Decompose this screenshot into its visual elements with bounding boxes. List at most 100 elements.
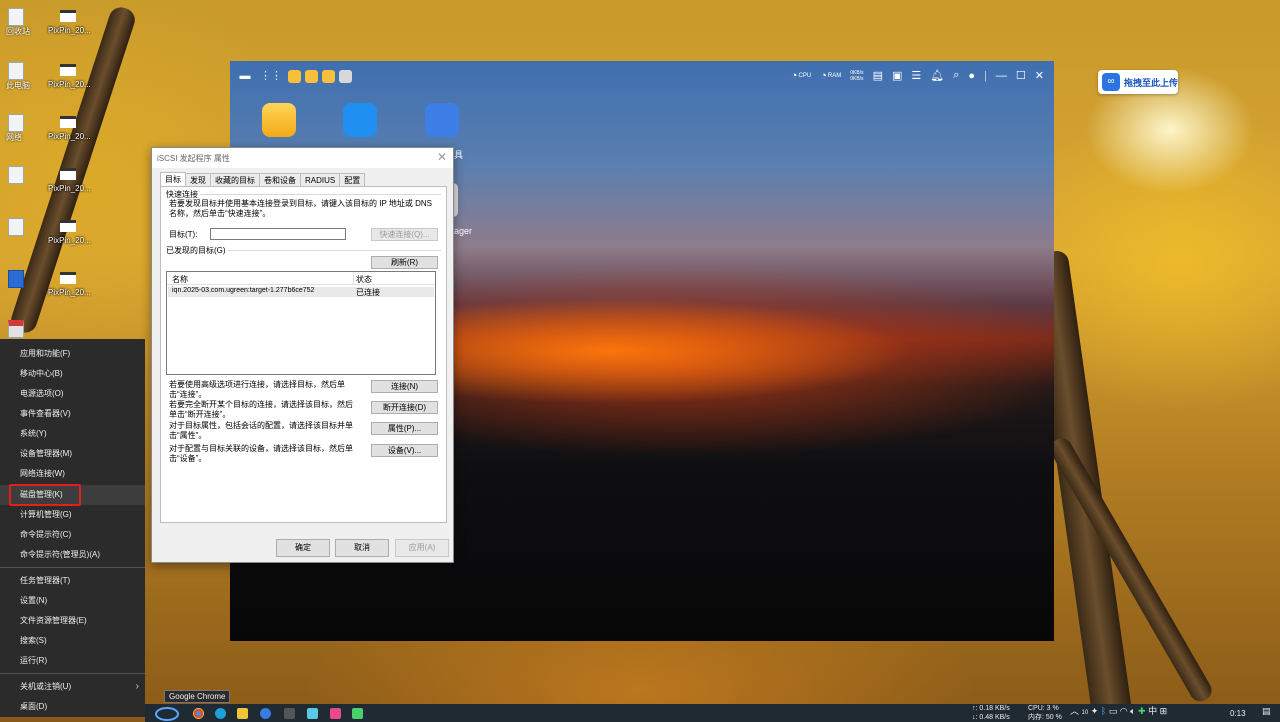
file-manager-app-icon[interactable]: [262, 103, 296, 137]
app-tray-icon[interactable]: ✚: [1138, 706, 1146, 716]
menu-item-event-viewer[interactable]: 事件查看器(V): [0, 404, 145, 424]
ok-button[interactable]: 确定: [276, 539, 330, 557]
desktop-icon[interactable]: 此电脑 PixPin_20...: [0, 58, 91, 102]
refresh-button[interactable]: 刷新(R): [371, 256, 438, 269]
tasks-icon[interactable]: ☰: [911, 69, 921, 82]
settings-app-icon[interactable]: [339, 69, 352, 83]
notification-icon[interactable]: ▤: [1262, 707, 1271, 716]
menu-item-network-connections[interactable]: 网络连接(W): [0, 464, 145, 484]
monitor-icon[interactable]: ▣: [892, 69, 902, 82]
group-divider: [166, 194, 441, 195]
desktop-icon-label: PixPin_20...: [48, 132, 91, 141]
iscsi-properties-dialog[interactable]: iSCSI 发起程序 属性 ✕ 目标 发现 收藏的目标 卷和设备 RADIUS …: [151, 147, 454, 563]
app-tray-icon[interactable]: ✦: [1091, 706, 1099, 716]
ime-mode-icon[interactable]: ⊞: [1160, 706, 1168, 716]
tab-favorite-targets[interactable]: 收藏的目标: [210, 173, 260, 186]
properties-button[interactable]: 属性(P)...: [371, 422, 438, 435]
desktop-icon[interactable]: PixPin_20...: [0, 214, 91, 258]
app-icon[interactable]: [260, 708, 271, 719]
tab-configuration[interactable]: 配置: [339, 173, 366, 186]
folder-app-icon[interactable]: [288, 69, 301, 83]
widget-icon[interactable]: ▤: [873, 69, 883, 82]
desktop-icon[interactable]: 回收站 PixPin_20...: [0, 4, 91, 48]
wifi-icon[interactable]: ◠: [1120, 706, 1128, 716]
app-icon[interactable]: [307, 708, 318, 719]
chevron-up-icon[interactable]: ︿: [1070, 706, 1079, 716]
desktop-icon[interactable]: PixPin_20...: [0, 162, 91, 206]
nas-topbar-right: ◔ CPU ◔ RAM 0KB/s 0KB/s ▤ ▣ ☰ 🔔︎ ⌕ ● | —…: [791, 69, 1044, 82]
menu-item-apps-features[interactable]: 应用和功能(F): [0, 344, 145, 364]
bluetooth-icon[interactable]: ᛒ: [1101, 706, 1106, 716]
desktop-icon-label: PixPin_20...: [48, 236, 91, 245]
connect-button[interactable]: 连接(N): [371, 380, 438, 393]
explorer-icon[interactable]: [237, 708, 248, 719]
folder-app-icon[interactable]: [322, 69, 335, 83]
close-icon[interactable]: ✕: [437, 150, 447, 164]
dialog-tabs: 目标 发现 收藏的目标 卷和设备 RADIUS 配置: [160, 172, 366, 187]
discovered-targets-group-label: 已发现的目标(G): [166, 245, 228, 256]
volume-icon[interactable]: 🔈︎: [1130, 706, 1135, 716]
devices-button[interactable]: 设备(V)...: [371, 444, 438, 457]
bell-icon[interactable]: 🔔︎: [930, 69, 944, 82]
target-input[interactable]: [210, 228, 346, 240]
menu-item-command-prompt-admin[interactable]: 命令提示符(管理员)(A): [0, 545, 145, 565]
menu-item-file-explorer[interactable]: 文件资源管理器(E): [0, 611, 145, 631]
desktop-icon-toggle[interactable]: ▬: [238, 69, 252, 83]
targets-panel: 快速连接 若要发现目标并使用基本连接登录到目标，请键入该目标的 IP 地址或 D…: [160, 186, 447, 523]
menu-item-search[interactable]: 搜索(S): [0, 631, 145, 651]
folder-app-icon[interactable]: [305, 69, 318, 83]
tab-radius[interactable]: RADIUS: [300, 173, 341, 186]
menu-item-shutdown-signout[interactable]: 关机或注销(U) ›: [0, 677, 145, 697]
menu-item-task-manager[interactable]: 任务管理器(T): [0, 571, 145, 591]
desktop-icon[interactable]: [0, 316, 60, 338]
apply-button[interactable]: 应用(A): [395, 539, 449, 557]
menu-item-device-manager[interactable]: 设备管理器(M): [0, 444, 145, 464]
app-icon[interactable]: [284, 708, 295, 719]
menu-item-power-options[interactable]: 电源选项(O): [0, 384, 145, 404]
tab-targets[interactable]: 目标: [160, 172, 186, 187]
tray-icons: ︿ 10 ✦ ᛒ ▭ ◠ 🔈︎ ✚ 中 ⊞: [1070, 707, 1167, 718]
file-icon: [60, 10, 76, 22]
app-icon[interactable]: [352, 708, 363, 719]
tab-volumes-devices[interactable]: 卷和设备: [259, 173, 301, 186]
quick-connect-button[interactable]: 快速连接(Q)...: [371, 228, 438, 241]
cancel-button[interactable]: 取消: [335, 539, 389, 557]
clock[interactable]: 0:13: [1230, 709, 1246, 718]
menu-item-computer-management[interactable]: 计算机管理(G): [0, 505, 145, 525]
user-icon[interactable]: ●: [968, 70, 975, 82]
ime-indicator[interactable]: 中: [1148, 706, 1157, 716]
maximize-icon[interactable]: ☐: [1016, 69, 1026, 82]
discovered-targets-list[interactable]: 名称 状态 iqn.2025-03.com.ugreen:target-1.27…: [166, 271, 436, 375]
apps-grid-icon[interactable]: ⋮⋮: [260, 69, 282, 83]
app-icon: [8, 218, 24, 236]
disconnect-button[interactable]: 断开连接(D): [371, 401, 438, 414]
drag-upload-badge[interactable]: ∞ 拖拽至此上传: [1098, 70, 1178, 94]
menu-item-mobility-center[interactable]: 移动中心(B): [0, 364, 145, 384]
menu-item-system[interactable]: 系统(Y): [0, 424, 145, 444]
search-icon[interactable]: ⌕: [953, 69, 959, 82]
menu-item-run[interactable]: 运行(R): [0, 651, 145, 671]
menu-item-desktop[interactable]: 桌面(D): [0, 697, 145, 717]
minimize-icon[interactable]: —: [996, 70, 1007, 82]
app-icon[interactable]: [330, 708, 341, 719]
desktop-icon[interactable]: PixPin_20...: [0, 266, 91, 310]
close-icon[interactable]: ✕: [1035, 69, 1044, 82]
tab-discovery[interactable]: 发现: [185, 173, 211, 186]
target-row[interactable]: iqn.2025-03.com.ugreen:target-1.277b6ce7…: [168, 287, 434, 297]
edge-icon[interactable]: [215, 708, 226, 719]
computer-icon: [8, 62, 24, 80]
desktop-icon[interactable]: 网络 PixPin_20...: [0, 110, 91, 154]
column-name[interactable]: 名称: [172, 274, 188, 285]
search-app-icon[interactable]: [343, 103, 377, 137]
divider: |: [984, 69, 987, 82]
column-status[interactable]: 状态: [356, 274, 372, 285]
list-header: 名称 状态: [167, 272, 435, 285]
cloud-drive-icon: ∞: [1102, 73, 1120, 91]
dialog-titlebar[interactable]: iSCSI 发起程序 属性 ✕: [152, 148, 453, 168]
menu-item-command-prompt[interactable]: 命令提示符(C): [0, 525, 145, 545]
chrome-icon[interactable]: [193, 708, 204, 719]
start-button[interactable]: [152, 705, 182, 722]
menu-item-settings[interactable]: 设置(N): [0, 591, 145, 611]
network-tray-icon[interactable]: ▭: [1109, 706, 1118, 716]
storage-app-icon[interactable]: [425, 103, 459, 137]
